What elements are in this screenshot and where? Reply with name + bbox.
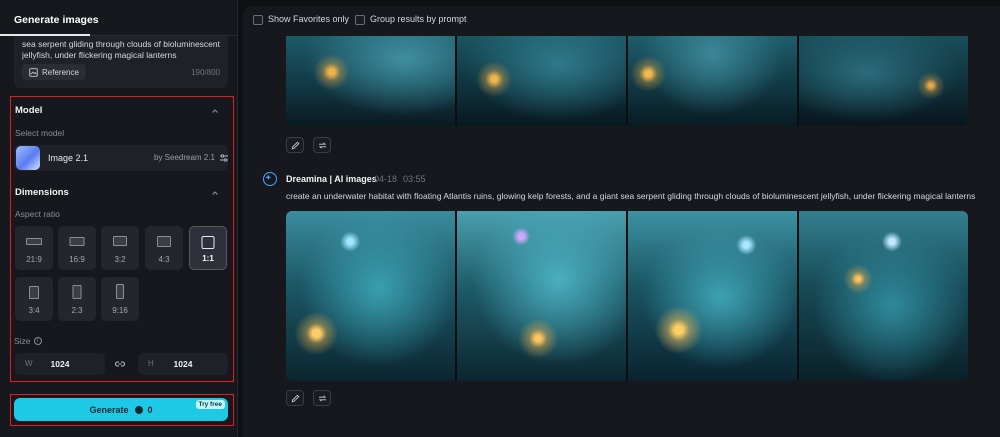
result-image[interactable] bbox=[286, 211, 455, 381]
edit-button[interactable] bbox=[286, 137, 304, 153]
ratio-3-2-button[interactable]: 3:2 bbox=[101, 226, 139, 270]
model-name: Image 2.1 bbox=[48, 153, 89, 163]
result-date: 04-18 bbox=[374, 174, 398, 184]
repeat-icon bbox=[318, 395, 327, 402]
result-image[interactable] bbox=[457, 36, 626, 126]
chevron-up-icon[interactable] bbox=[211, 189, 219, 197]
prompt-text[interactable]: sea serpent gliding through clouds of bi… bbox=[22, 39, 222, 61]
ratio-3-4-button[interactable]: 3:4 bbox=[15, 277, 53, 321]
generate-button[interactable]: Generate 0 Try free bbox=[14, 398, 228, 421]
chevron-up-icon[interactable] bbox=[211, 107, 219, 115]
result-prompt: create an underwater habitat with floati… bbox=[286, 191, 976, 201]
ratio-label: 21:9 bbox=[26, 255, 42, 264]
ratio-label: 9:16 bbox=[112, 306, 128, 315]
ratio-1-1-button[interactable]: 1:1 bbox=[189, 226, 227, 270]
link-icon[interactable] bbox=[114, 359, 126, 369]
ratio-1-1-icon bbox=[201, 236, 215, 249]
result-image[interactable] bbox=[628, 211, 797, 381]
previous-result-images bbox=[286, 36, 968, 126]
prompt-input[interactable]: sea serpent gliding through clouds of bi… bbox=[14, 36, 228, 88]
regenerate-button[interactable] bbox=[313, 390, 331, 406]
ratio-2-3-icon bbox=[72, 285, 82, 299]
group-checkbox[interactable] bbox=[355, 15, 365, 25]
filter-bar: Show Favorites only Group results by pro… bbox=[243, 6, 1000, 34]
size-label: Size i bbox=[14, 336, 42, 346]
result-image[interactable] bbox=[799, 36, 968, 126]
group-label[interactable]: Group results by prompt bbox=[370, 14, 467, 24]
pencil-icon bbox=[291, 141, 300, 150]
dreamina-logo-icon bbox=[263, 172, 277, 186]
model-thumbnail bbox=[16, 146, 40, 170]
ratio-4-3-icon bbox=[157, 236, 171, 247]
ratio-label: 4:3 bbox=[158, 255, 170, 264]
app-window: Generate images sea serpent gliding thro… bbox=[0, 0, 1000, 437]
result-author: Dreamina | AI images bbox=[286, 174, 377, 184]
favorites-label[interactable]: Show Favorites only bbox=[268, 14, 349, 24]
model-selector[interactable]: Image 2.1 by Seedream 2.1 bbox=[14, 145, 228, 171]
generator-panel: Generate images sea serpent gliding thro… bbox=[0, 0, 238, 437]
height-field[interactable]: H 1024 bbox=[138, 353, 228, 375]
settings-sliders-icon[interactable] bbox=[219, 153, 229, 163]
ratio-label: 16:9 bbox=[69, 255, 85, 264]
ratio-9-16-button[interactable]: 9:16 bbox=[101, 277, 139, 321]
char-counter: 190/800 bbox=[191, 68, 220, 77]
generate-cost: 0 bbox=[147, 405, 153, 415]
width-field[interactable]: W 1024 bbox=[15, 353, 105, 375]
ratio-label: 3:4 bbox=[28, 306, 40, 315]
result-image[interactable] bbox=[457, 211, 626, 381]
width-value[interactable]: 1024 bbox=[15, 359, 105, 369]
try-free-badge: Try free bbox=[195, 400, 225, 409]
info-icon[interactable]: i bbox=[33, 337, 42, 345]
dimensions-section-title: Dimensions bbox=[15, 187, 69, 198]
result-image[interactable] bbox=[286, 36, 455, 126]
repeat-icon bbox=[318, 142, 327, 149]
ratio-3-2-icon bbox=[113, 236, 127, 246]
result-image[interactable] bbox=[799, 211, 968, 381]
ratio-label: 2:3 bbox=[71, 306, 83, 315]
image-icon bbox=[29, 67, 38, 77]
ratio-16-9-button[interactable]: 16:9 bbox=[58, 226, 96, 270]
result-image[interactable] bbox=[628, 36, 797, 126]
ratio-3-4-icon bbox=[29, 286, 39, 299]
size-label-text: Size bbox=[14, 336, 31, 346]
ratio-21-9-button[interactable]: 21:9 bbox=[15, 226, 53, 270]
ratio-2-3-button[interactable]: 2:3 bbox=[58, 277, 96, 321]
generate-text: Generate bbox=[89, 405, 129, 415]
favorites-checkbox[interactable] bbox=[253, 15, 263, 25]
ratio-label: 3:2 bbox=[114, 255, 126, 264]
results-feed: Show Favorites only Group results by pro… bbox=[243, 6, 1000, 437]
edit-button[interactable] bbox=[286, 390, 304, 406]
result-images bbox=[286, 211, 968, 381]
ratio-16-9-icon bbox=[69, 237, 85, 246]
reference-label: Reference bbox=[42, 67, 79, 77]
height-value[interactable]: 1024 bbox=[138, 359, 228, 369]
tab-generate-images[interactable]: Generate images bbox=[14, 14, 99, 26]
ratio-9-16-icon bbox=[116, 284, 124, 299]
result-time: 03:55 bbox=[403, 174, 426, 184]
model-section-title: Model bbox=[15, 105, 43, 116]
credit-icon bbox=[135, 406, 143, 414]
model-provider: by Seedream 2.1 bbox=[154, 153, 215, 162]
select-model-label: Select model bbox=[15, 128, 65, 138]
ratio-21-9-icon bbox=[26, 238, 42, 245]
ratio-label: 1:1 bbox=[202, 254, 214, 263]
ratio-4-3-button[interactable]: 4:3 bbox=[145, 226, 183, 270]
reference-button[interactable]: Reference bbox=[22, 64, 86, 80]
pencil-icon bbox=[291, 394, 300, 403]
aspect-ratio-label: Aspect ratio bbox=[15, 209, 60, 219]
regenerate-button[interactable] bbox=[313, 137, 331, 153]
